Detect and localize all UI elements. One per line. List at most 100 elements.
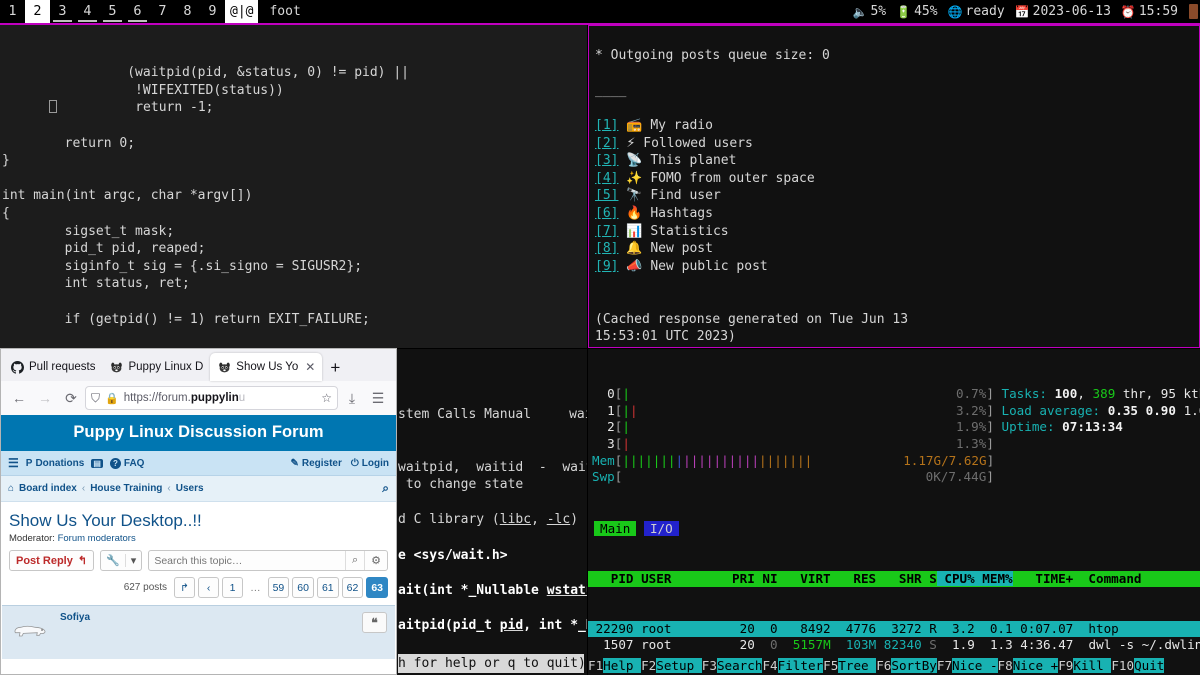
fkey-label-F9[interactable]: Kill xyxy=(1073,658,1112,673)
search-input[interactable] xyxy=(149,551,345,570)
close-icon[interactable]: ✕ xyxy=(305,360,315,374)
volume-indicator[interactable]: 🔈 5% xyxy=(848,0,892,23)
pagination-page-60[interactable]: 60 xyxy=(292,577,314,598)
topic-tools-button[interactable]: 🔧 ▾ xyxy=(100,550,143,571)
battery-indicator[interactable]: 🔋 45% xyxy=(891,0,942,23)
tab-main[interactable]: Main xyxy=(594,520,637,536)
topic-search[interactable]: ⌕ ⚙ xyxy=(148,550,388,571)
back-button[interactable]: ← xyxy=(7,386,31,410)
breadcrumb-item-0[interactable]: Board index xyxy=(19,483,77,494)
function-key-bar[interactable]: F1Help F2Setup F3SearchF4FilterF5Tree F6… xyxy=(588,656,1200,675)
nav-item-register[interactable]: ✎ Register xyxy=(290,458,341,469)
star-icon[interactable]: ☆ xyxy=(321,391,332,405)
nav-item-donations[interactable]: P Donations xyxy=(26,458,85,469)
table-row[interactable]: 1507 root 20 0 5157M 103M 82340 S 1.9 1.… xyxy=(588,637,1200,654)
nav-item-faq[interactable]: ? FAQ xyxy=(109,457,144,469)
fkey-label-F6[interactable]: SortBy xyxy=(891,658,937,673)
fkey-label-F1[interactable]: Help xyxy=(603,658,642,673)
fkey-F3[interactable]: F3 xyxy=(701,658,717,673)
fkey-F7[interactable]: F7 xyxy=(936,658,953,673)
gemini-link-1[interactable]: [1] xyxy=(595,118,618,133)
browser-toolbar[interactable]: ← → ⟳ ⛉ 🔒 https://forum.puppylinu ☆ ⤓ ☰ xyxy=(1,381,396,415)
browser-tab-2[interactable]: Show Us Yo ✕ xyxy=(210,353,323,381)
fkey-label-F3[interactable]: Search xyxy=(716,658,763,673)
gemini-link-8[interactable]: [8] xyxy=(595,241,618,256)
search-icon[interactable]: ⌕ xyxy=(382,481,389,496)
workspace-tag-2[interactable]: 2 xyxy=(25,0,50,23)
table-header[interactable]: PID USER PRI NI VIRT RES SHR S CPU% MEM%… xyxy=(588,570,1200,588)
workspace-tag-3[interactable]: 3 xyxy=(50,0,75,23)
external-link-icon[interactable]: ▤ xyxy=(91,458,103,468)
pagination-page-1[interactable]: 1 xyxy=(222,577,244,598)
browser-tab-0[interactable]: Pull requests xyxy=(3,353,102,381)
code-editor-pane[interactable]: (waitpid(pid, &status, 0) != pid) || !WI… xyxy=(0,25,587,348)
fkey-label-F7[interactable]: Nice - xyxy=(952,658,998,673)
pagination[interactable]: 627 posts ↱ ‹ 1 … 59 60 61 62 63 xyxy=(1,577,396,605)
htop-tabs[interactable]: Main I/O xyxy=(588,520,1200,538)
network-indicator[interactable]: 🌐 ready xyxy=(943,0,1010,23)
breadcrumb-item-1[interactable]: House Training xyxy=(90,483,162,494)
fkey-F1[interactable]: F1 xyxy=(588,658,604,673)
moderator-link[interactable]: Forum moderators xyxy=(58,533,136,544)
fkey-label-F8[interactable]: Nice + xyxy=(1012,658,1059,673)
download-icon[interactable]: ⤓ xyxy=(340,386,364,410)
gemini-link-4[interactable]: [4] xyxy=(595,171,618,186)
gemini-link-7[interactable]: [7] xyxy=(595,224,618,239)
gear-icon[interactable]: ⚙ xyxy=(364,551,387,570)
quote-icon[interactable]: ❝ xyxy=(362,612,387,633)
fkey-label-F5[interactable]: Tree xyxy=(838,658,877,673)
jump-to-page-button[interactable]: ↱ xyxy=(174,577,196,598)
post-reply-button[interactable]: Post Reply ↰ xyxy=(9,550,95,571)
breadcrumb[interactable]: ⌂ Board index ‹ House Training ‹ Users ⌕ xyxy=(1,476,396,502)
fkey-F4[interactable]: F4 xyxy=(762,658,778,673)
gemini-link-3[interactable]: [3] xyxy=(595,153,618,168)
gemini-link-2[interactable]: [2] xyxy=(595,136,618,151)
new-tab-button[interactable]: + xyxy=(322,358,348,381)
gemini-link-9[interactable]: [9] xyxy=(595,259,618,274)
fkey-F8[interactable]: F8 xyxy=(997,658,1013,673)
workspace-tag-6[interactable]: 6 xyxy=(125,0,150,23)
fkey-label-F10[interactable]: Quit xyxy=(1134,658,1165,673)
fkey-F10[interactable]: F10 xyxy=(1111,658,1135,673)
pagination-page-63[interactable]: 63 xyxy=(366,577,388,598)
forum-page[interactable]: Puppy Linux Discussion Forum ☰ P Donatio… xyxy=(1,415,396,674)
post-author[interactable]: Sofiya xyxy=(60,612,352,623)
topic-toolbar[interactable]: Post Reply ↰ 🔧 ▾ ⌕ ⚙ xyxy=(1,550,396,577)
lock-icon[interactable]: 🔒 xyxy=(105,392,119,405)
workspace-tag-9[interactable]: 9 xyxy=(200,0,225,23)
fkey-F6[interactable]: F6 xyxy=(876,658,892,673)
firefox-window[interactable]: Pull requests Puppy Linux D Show Us Yo ✕ + ←… xyxy=(0,348,397,675)
fkey-label-F4[interactable]: Filter xyxy=(777,658,824,673)
htop-pane[interactable]: 0[| 0.7%] Tasks: 100, 389 thr, 95 kthr; … xyxy=(588,349,1200,675)
post-item[interactable]: Sofiya ❝ xyxy=(2,605,395,659)
fkey-label-F2[interactable]: Setup xyxy=(656,658,702,673)
fkey-F5[interactable]: F5 xyxy=(823,658,839,673)
browser-tab-1[interactable]: Puppy Linux D xyxy=(102,353,210,381)
reload-button[interactable]: ⟳ xyxy=(59,386,83,410)
workspace-tag-5[interactable]: 5 xyxy=(100,0,125,23)
workspace-tag-1[interactable]: 1 xyxy=(0,0,25,23)
tab-io[interactable]: I/O xyxy=(643,520,679,536)
workspace-tag-7[interactable]: 7 xyxy=(150,0,175,23)
gemini-browser-pane[interactable]: * Outgoing posts queue size: 0 ____ [1] … xyxy=(588,25,1200,348)
gemini-link-list[interactable]: [1] 📻 My radio [2] ⚡ Followed users [3] … xyxy=(595,118,815,274)
pagination-page-59[interactable]: 59 xyxy=(267,577,290,598)
hamburger-icon[interactable]: ☰ xyxy=(8,456,19,470)
workspace-tag-8[interactable]: 8 xyxy=(175,0,200,23)
gemini-link-5[interactable]: [5] xyxy=(595,188,618,203)
fkey-F2[interactable]: F2 xyxy=(641,658,657,673)
url-bar[interactable]: ⛉ 🔒 https://forum.puppylinu ☆ xyxy=(85,386,338,410)
table-row[interactable]: 22290 root 20 0 8492 4776 3272 R 3.2 0.1… xyxy=(588,620,1200,638)
date-indicator[interactable]: 📅 2023-06-13 xyxy=(1010,0,1116,23)
search-icon[interactable]: ⌕ xyxy=(344,551,364,570)
workspace-tag-4[interactable]: 4 xyxy=(75,0,100,23)
layout-symbol[interactable]: @|@ xyxy=(225,0,259,23)
prev-page-button[interactable]: ‹ xyxy=(198,577,220,598)
hamburger-icon[interactable]: ☰ xyxy=(366,386,390,410)
fkey-F9[interactable]: F9 xyxy=(1058,658,1074,673)
pagination-page-62[interactable]: 62 xyxy=(341,577,364,598)
clock-indicator[interactable]: ⏰ 15:59 xyxy=(1116,0,1183,23)
breadcrumb-item-2[interactable]: Users xyxy=(176,483,204,494)
nav-item-login[interactable]: ⏻ Login xyxy=(351,458,389,469)
forward-button[interactable]: → xyxy=(33,386,57,410)
